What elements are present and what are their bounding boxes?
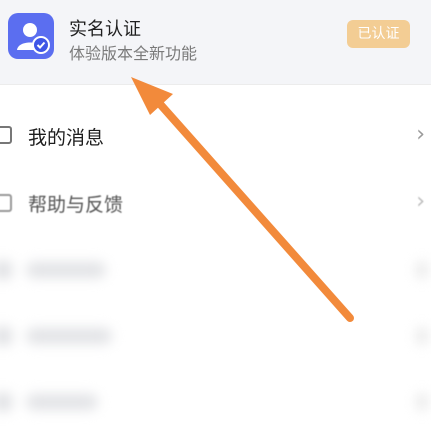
arrow-shaft — [148, 91, 354, 322]
annotation-arrow — [131, 77, 354, 322]
